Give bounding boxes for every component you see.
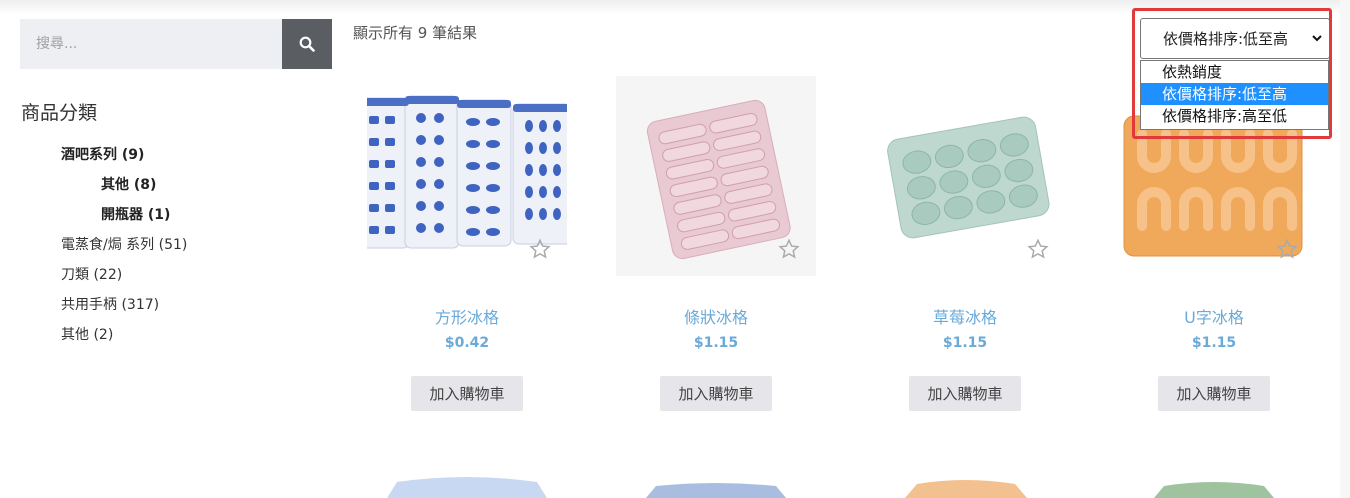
product-name[interactable]: 草莓冰格 bbox=[865, 304, 1065, 328]
category-count: (1) bbox=[147, 207, 171, 223]
product-price: $1.15 bbox=[942, 335, 988, 351]
product-image-row2[interactable] bbox=[1114, 436, 1314, 498]
category-count: (51) bbox=[158, 237, 188, 253]
product-image-row2[interactable] bbox=[616, 436, 816, 498]
search-input[interactable] bbox=[20, 19, 282, 69]
search-icon bbox=[299, 36, 315, 52]
wishlist-star-icon[interactable] bbox=[778, 238, 800, 260]
category-count: (8) bbox=[133, 177, 157, 193]
category-heading: 商品分類 bbox=[21, 102, 98, 124]
product-image-row2[interactable] bbox=[367, 436, 567, 498]
search-button[interactable] bbox=[282, 19, 332, 69]
category-item-other-sub[interactable]: 其他 (8) bbox=[101, 174, 156, 194]
category-count: (9) bbox=[121, 147, 145, 163]
category-label: 刀類 bbox=[61, 267, 89, 283]
product-price: $0.42 bbox=[444, 335, 490, 351]
product-name[interactable]: 條狀冰格 bbox=[616, 304, 816, 328]
category-label: 酒吧系列 bbox=[61, 147, 117, 163]
product-image[interactable] bbox=[865, 76, 1065, 276]
category-label: 開瓶器 bbox=[101, 207, 143, 223]
category-count: (2) bbox=[93, 327, 114, 343]
category-item-other[interactable]: 其他 (2) bbox=[61, 324, 113, 344]
category-label: 其他 bbox=[61, 327, 89, 343]
category-item-handles[interactable]: 共用手柄 (317) bbox=[61, 294, 159, 314]
category-label: 其他 bbox=[101, 177, 129, 193]
product-card: 條狀冰格 $1.15 加入購物車 bbox=[616, 76, 816, 411]
category-item-knives[interactable]: 刀類 (22) bbox=[61, 264, 122, 284]
product-price: $1.15 bbox=[693, 335, 739, 351]
search-form bbox=[20, 19, 332, 69]
product-image[interactable] bbox=[616, 76, 816, 276]
category-label: 共用手柄 bbox=[61, 297, 117, 313]
wishlist-star-icon[interactable] bbox=[1276, 238, 1298, 260]
product-image[interactable] bbox=[367, 76, 567, 276]
wishlist-star-icon[interactable] bbox=[529, 238, 551, 260]
product-name[interactable]: U字冰格 bbox=[1114, 304, 1314, 328]
add-to-cart-button[interactable]: 加入購物車 bbox=[909, 376, 1021, 411]
category-label: 電蒸食/焗 系列 bbox=[61, 237, 155, 253]
category-count: (317) bbox=[121, 297, 160, 313]
category-item-steam[interactable]: 電蒸食/焗 系列 (51) bbox=[61, 234, 187, 254]
add-to-cart-button[interactable]: 加入購物車 bbox=[411, 376, 523, 411]
product-name[interactable]: 方形冰格 bbox=[367, 304, 567, 328]
category-item-bottle-opener[interactable]: 開瓶器 (1) bbox=[101, 204, 170, 224]
green-tray-image bbox=[1154, 482, 1274, 498]
category-item-bar[interactable]: 酒吧系列 (9) bbox=[61, 144, 144, 164]
product-image-row2[interactable] bbox=[865, 436, 1065, 498]
blue-tray-image bbox=[387, 477, 547, 498]
add-to-cart-button[interactable]: 加入購物車 bbox=[660, 376, 772, 411]
product-card: 方形冰格 $0.42 加入購物車 bbox=[367, 76, 567, 411]
blue-tray-image bbox=[646, 483, 786, 498]
product-card: 草莓冰格 $1.15 加入購物車 bbox=[865, 76, 1065, 411]
category-count: (22) bbox=[93, 267, 123, 283]
highlight-outline bbox=[1132, 8, 1332, 139]
wishlist-star-icon[interactable] bbox=[1027, 238, 1049, 260]
scrollbar-track[interactable] bbox=[1340, 0, 1350, 498]
product-price: $1.15 bbox=[1191, 335, 1237, 351]
add-to-cart-button[interactable]: 加入購物車 bbox=[1158, 376, 1270, 411]
result-count: 顯示所有 9 筆結果 bbox=[353, 24, 478, 42]
orange-tray-image bbox=[905, 480, 1027, 498]
